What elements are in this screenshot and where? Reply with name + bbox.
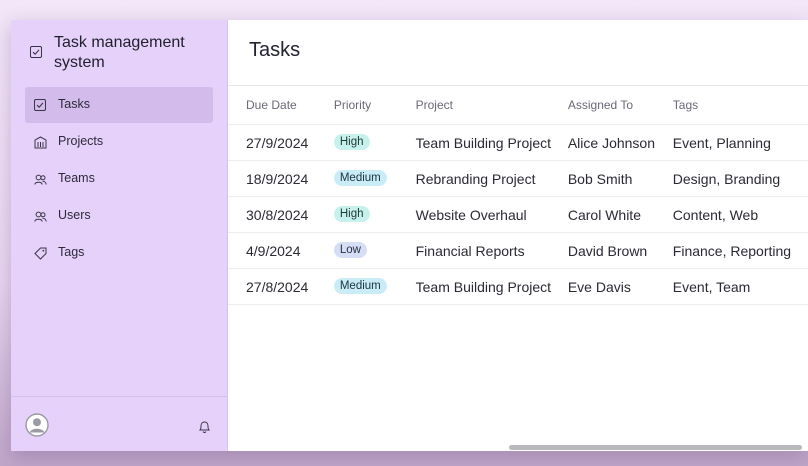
checkbox-icon [30, 46, 42, 58]
table-header-row: Due Date Priority Project Assigned To Ta… [228, 86, 808, 125]
sidebar-footer [11, 396, 227, 451]
tag-icon [34, 247, 47, 260]
tags-cell: Content, Web [672, 196, 808, 233]
due-date-cell: 27/8/2024 [228, 268, 334, 305]
priority-cell: High [333, 124, 416, 161]
sidebar-item-teams[interactable]: Teams [25, 161, 213, 197]
assigned-cell: Bob Smith [567, 160, 673, 197]
sidebar-item-label: Users [58, 208, 91, 222]
sidebar-item-tags[interactable]: Tags [25, 235, 213, 271]
users-icon [34, 174, 47, 185]
project-cell: Team Building Project [415, 268, 568, 305]
assigned-cell: Carol White [567, 196, 673, 233]
horizontal-scrollbar[interactable] [228, 443, 808, 451]
sidebar-item-users[interactable]: Users [25, 198, 213, 234]
app-window: Task management system Tasks Projects Te… [11, 20, 808, 451]
checkbox-icon [34, 99, 46, 111]
column-header-tags[interactable]: Tags [672, 86, 808, 125]
building-icon [34, 136, 47, 149]
column-header-priority[interactable]: Priority [333, 86, 416, 125]
column-header-assigned-to[interactable]: Assigned To [567, 86, 673, 125]
page-title: Tasks [249, 39, 301, 61]
sidebar-item-label: Tasks [58, 97, 90, 111]
due-date-cell: 18/9/2024 [228, 160, 334, 197]
sidebar-nav: Tasks Projects Teams Users Tags [25, 87, 213, 272]
table-row[interactable]: 4/9/2024 Low Financial Reports David Bro… [228, 232, 808, 269]
priority-badge: High [333, 205, 370, 222]
table-row[interactable]: 18/9/2024 Medium Rebranding Project Bob … [228, 160, 808, 197]
priority-cell: Low [333, 232, 416, 269]
column-header-due-date[interactable]: Due Date [228, 86, 334, 125]
assigned-cell: Alice Johnson [567, 124, 673, 161]
priority-cell: Medium [333, 160, 416, 197]
project-cell: Rebranding Project [415, 160, 568, 197]
sidebar-item-projects[interactable]: Projects [25, 124, 213, 160]
column-header-project[interactable]: Project [415, 86, 568, 125]
avatar[interactable] [25, 413, 49, 437]
table-row[interactable]: 30/8/2024 High Website Overhaul Carol Wh… [228, 196, 808, 233]
scrollbar-thumb[interactable] [509, 445, 802, 450]
sidebar-item-label: Teams [58, 171, 95, 185]
app-title: Task management system [54, 34, 185, 71]
project-cell: Team Building Project [415, 124, 568, 161]
table-row[interactable]: 27/8/2024 Medium Team Building Project E… [228, 268, 808, 305]
sidebar-item-label: Tags [58, 245, 85, 259]
tags-cell: Finance, Reporting [672, 232, 808, 269]
assigned-cell: David Brown [567, 232, 673, 269]
tags-cell: Design, Branding [672, 160, 808, 197]
assigned-cell: Eve Davis [567, 268, 673, 305]
priority-cell: Medium [333, 268, 416, 305]
priority-cell: High [333, 196, 416, 233]
due-date-cell: 4/9/2024 [228, 232, 334, 269]
users-icon [34, 211, 47, 222]
project-cell: Financial Reports [415, 232, 568, 269]
priority-badge: Low [333, 241, 367, 258]
sidebar-item-tasks[interactable]: Tasks [25, 87, 213, 123]
due-date-cell: 27/9/2024 [228, 124, 334, 161]
due-date-cell: 30/8/2024 [228, 196, 334, 233]
priority-badge: High [333, 133, 370, 150]
main-content: Tasks Due Date Priority Project Assigned… [228, 20, 808, 451]
tasks-table: Due Date Priority Project Assigned To Ta… [228, 86, 808, 305]
bell-icon[interactable] [198, 420, 211, 434]
project-cell: Website Overhaul [415, 196, 568, 233]
priority-badge: Medium [333, 277, 387, 294]
sidebar: Task management system Tasks Projects Te… [11, 20, 228, 451]
tags-cell: Event, Team [672, 268, 808, 305]
tags-cell: Event, Planning [672, 124, 808, 161]
tasks-table-container: Due Date Priority Project Assigned To Ta… [228, 86, 808, 441]
app-header: Task management system [11, 20, 227, 82]
sidebar-item-label: Projects [58, 134, 104, 148]
priority-badge: Medium [333, 169, 387, 186]
page-header: Tasks [228, 20, 808, 86]
table-row[interactable]: 27/9/2024 High Team Building Project Ali… [228, 124, 808, 161]
